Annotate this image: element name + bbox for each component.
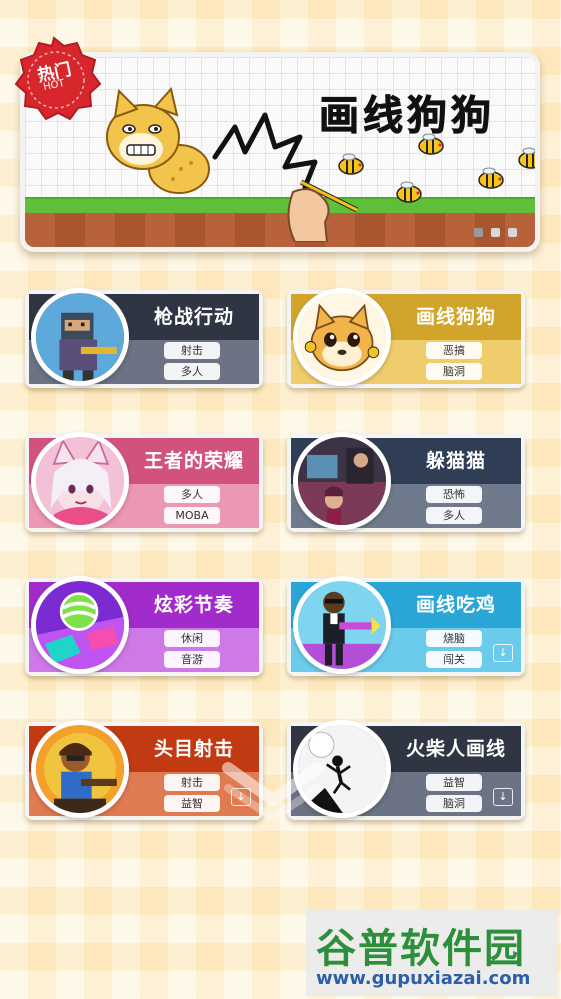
hide-seek-room-avatar-icon[interactable] [293, 432, 391, 530]
watermark-url: www.gupuxiazai.com [316, 968, 531, 989]
banner-title: 画线狗狗 [319, 93, 495, 140]
game-title: 炫彩节奏 [153, 594, 234, 616]
game-title: 头目射击 [153, 738, 234, 760]
game-tag: 恶搞 [426, 342, 482, 359]
shiba-dog-avatar-icon[interactable] [293, 288, 391, 386]
rhythm-ball-avatar-icon[interactable] [31, 576, 129, 674]
game-tag: 多人 [164, 486, 220, 503]
game-tag: 多人 [426, 507, 482, 524]
game-title: 画线狗狗 [415, 306, 496, 328]
game-card[interactable]: 枪战行动 射击 多人 [25, 288, 263, 388]
game-tag: 益智 [164, 795, 220, 812]
game-tag: 多人 [164, 363, 220, 380]
boss-shooter-avatar-icon[interactable] [31, 720, 129, 818]
hot-badge: 热门 HOT [6, 34, 102, 124]
game-title: 枪战行动 [153, 306, 234, 328]
swipe-down-hint-icon [222, 762, 324, 820]
banner-pager[interactable] [474, 228, 517, 237]
game-tag: 射击 [164, 774, 220, 791]
game-card[interactable]: 躲猫猫 恐怖 多人 [287, 432, 525, 532]
game-tag: 恐怖 [426, 486, 482, 503]
game-card[interactable]: 画线狗狗 恶搞 脑洞 [287, 288, 525, 388]
game-card[interactable]: 画线吃鸡烧脑闯关 ↓ [287, 576, 525, 676]
game-title: 王者的荣耀 [143, 450, 244, 472]
agent-gunner-avatar-icon[interactable] [293, 576, 391, 674]
game-tag: 脑洞 [426, 363, 482, 380]
game-title: 火柴人画线 [405, 738, 506, 760]
shiba-dog-icon [106, 87, 210, 194]
download-icon[interactable]: ↓ [493, 644, 513, 662]
bee-icon [338, 153, 364, 175]
game-card[interactable]: 王者的荣耀多人 MOBA [25, 432, 263, 532]
game-tag: 音游 [164, 651, 220, 668]
game-tag: 益智 [426, 774, 482, 791]
game-title: 画线吃鸡 [415, 594, 496, 616]
banner-page-dot[interactable] [491, 228, 500, 237]
bee-icon [418, 133, 444, 155]
game-title: 躲猫猫 [425, 450, 486, 472]
bee-icon [396, 181, 422, 203]
pixel-soldier-avatar-icon[interactable] [31, 288, 129, 386]
drawing-hand-icon [287, 179, 359, 242]
banner-page-dot[interactable] [508, 228, 517, 237]
watermark-logo: 谷普软件园 [316, 926, 526, 972]
game-card[interactable]: 炫彩节奏 休闲 音游 [25, 576, 263, 676]
bee-icon [478, 167, 504, 189]
game-tag: 休闲 [164, 630, 220, 647]
game-tag: 烧脑 [426, 630, 482, 647]
game-tag: 射击 [164, 342, 220, 359]
banner-dirt [25, 213, 535, 247]
game-tag: MOBA [164, 507, 220, 524]
download-icon[interactable]: ↓ [493, 788, 513, 806]
bee-icon [518, 147, 535, 169]
site-watermark: 谷普软件园 www.gupuxiazai.com [306, 910, 558, 996]
banner-page-dot[interactable] [474, 228, 483, 237]
banner-grass [25, 197, 535, 213]
game-tag: 脑洞 [426, 795, 482, 812]
game-tag: 闯关 [426, 651, 482, 668]
fox-girl-hero-avatar-icon[interactable] [31, 432, 129, 530]
